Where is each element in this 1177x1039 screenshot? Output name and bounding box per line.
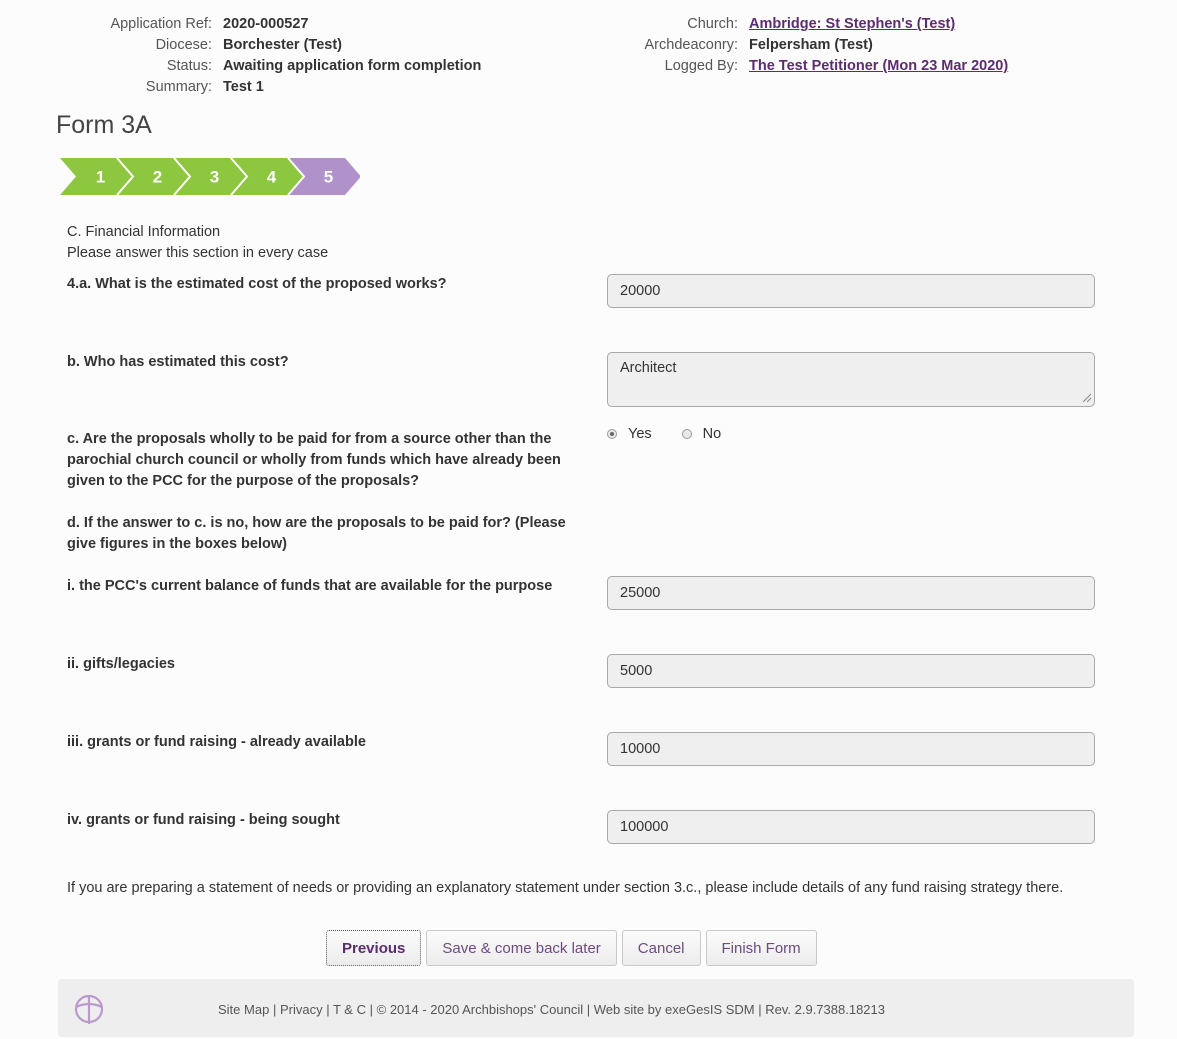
info-label: Application Ref: xyxy=(110,16,212,32)
info-row-archdeaconry: Archdeaconry: Felpersham (Test) xyxy=(580,35,1008,56)
revision-text: Rev. 2.9.7388.18213 xyxy=(765,1002,885,1017)
diocese-value: Borchester (Test) xyxy=(223,37,342,53)
info-row-logged-by: Logged By: The Test Petitioner (Mon 23 M… xyxy=(580,56,1009,77)
church-of-england-logo-icon xyxy=(74,994,104,1024)
footer-separator: | xyxy=(272,1002,277,1017)
info-label: Church: xyxy=(687,16,738,32)
copyright-text: © 2014 - 2020 Archbishops' Council xyxy=(376,1002,584,1017)
step-5-label: 5 xyxy=(324,168,333,187)
application-summary: Application Ref: 2020-000527 Diocese: Bo… xyxy=(40,14,481,98)
question-4d-label: d. If the answer to c. is no, how are th… xyxy=(67,515,566,552)
step-3-label: 3 xyxy=(210,168,219,187)
estimated-cost-input[interactable] xyxy=(607,274,1095,308)
footer-separator: | xyxy=(586,1002,591,1017)
step-4-label: 4 xyxy=(267,168,277,187)
application-details: Church: Ambridge: St Stephen's (Test) Ar… xyxy=(580,14,1009,77)
fund-raising-note: If you are preparing a statement of need… xyxy=(67,880,1064,896)
radio-yes-indicator[interactable] xyxy=(607,429,617,439)
radio-no-label: No xyxy=(702,426,722,442)
footer-separator: | xyxy=(326,1002,330,1017)
section-subtitle: Please answer this section in every case xyxy=(67,245,329,261)
info-row-ref: Application Ref: 2020-000527 xyxy=(40,14,481,35)
resize-grip-icon[interactable] xyxy=(1080,391,1092,403)
form-actions: Previous Save & come back later Cancel F… xyxy=(326,930,822,966)
privacy-link[interactable]: Privacy xyxy=(280,1002,323,1017)
page-title: Form 3A xyxy=(56,111,152,139)
step-1-label: 1 xyxy=(96,168,105,187)
cost-estimator-textarea[interactable]: Architect xyxy=(607,352,1095,407)
info-label: Status: xyxy=(166,58,212,74)
finish-form-button[interactable]: Finish Form xyxy=(705,930,817,966)
site-map-link[interactable]: Site Map xyxy=(218,1002,269,1017)
application-ref-value: 2020-000527 xyxy=(223,16,309,32)
terms-link[interactable]: T & C xyxy=(333,1002,366,1017)
info-label: Logged By: xyxy=(664,58,738,74)
question-ii-label: ii. gifts/legacies xyxy=(67,656,175,672)
footer-text: Site Map | Privacy | T & C | © 2014 - 20… xyxy=(218,1002,885,1017)
question-4c-label: c. Are the proposals wholly to be paid f… xyxy=(67,431,561,489)
radio-yes[interactable]: Yes xyxy=(607,426,652,442)
archdeaconry-value: Felpersham (Test) xyxy=(749,37,873,53)
footer-separator: | xyxy=(758,1002,762,1017)
gifts-legacies-input[interactable] xyxy=(607,654,1095,688)
info-row-status: Status: Awaiting application form comple… xyxy=(40,56,481,77)
info-row-summary: Summary: Test 1 xyxy=(40,77,481,98)
info-label: Summary: xyxy=(145,79,212,95)
question-4a-label: 4.a. What is the estimated cost of the p… xyxy=(67,276,447,292)
question-iii-label: iii. grants or fund raising - already av… xyxy=(67,734,366,750)
summary-value: Test 1 xyxy=(223,79,264,95)
radio-no[interactable]: No xyxy=(681,426,722,442)
step-2-label: 2 xyxy=(153,168,162,187)
status-value: Awaiting application form completion xyxy=(223,58,482,74)
grants-sought-input[interactable] xyxy=(607,810,1095,844)
logged-by-link[interactable]: The Test Petitioner (Mon 23 Mar 2020) xyxy=(749,56,1008,77)
grants-available-input[interactable] xyxy=(607,732,1095,766)
pcc-funds-input[interactable] xyxy=(607,576,1095,610)
radio-yes-label: Yes xyxy=(628,426,652,442)
previous-button[interactable]: Previous xyxy=(326,930,422,966)
church-link[interactable]: Ambridge: St Stephen's (Test) xyxy=(749,14,955,35)
info-row-church: Church: Ambridge: St Stephen's (Test) xyxy=(580,14,1008,35)
question-i-label: i. the PCC's current balance of funds th… xyxy=(67,578,553,594)
step-progress: 1 2 3 4 5 xyxy=(60,158,360,195)
question-iv-label: iv. grants or fund raising - being sough… xyxy=(67,812,340,828)
section-header: C. Financial Information Please answer t… xyxy=(67,222,328,264)
cancel-button[interactable]: Cancel xyxy=(621,930,701,966)
funding-source-radio-group: Yes No xyxy=(607,426,751,442)
footer-separator: | xyxy=(369,1002,373,1017)
section-title: C. Financial Information xyxy=(67,224,221,240)
step-progress-graphic: 1 2 3 4 5 xyxy=(60,158,360,195)
radio-no-indicator[interactable] xyxy=(681,429,692,439)
footer: Site Map | Privacy | T & C | © 2014 - 20… xyxy=(58,979,1134,1037)
credit-link[interactable]: Web site by exeGesIS SDM xyxy=(594,1002,755,1017)
save-later-button[interactable]: Save & come back later xyxy=(426,930,617,966)
question-4b-label: b. Who has estimated this cost? xyxy=(67,354,289,370)
info-row-diocese: Diocese: Borchester (Test) xyxy=(40,35,481,56)
info-label: Archdeaconry: xyxy=(644,37,739,53)
info-label: Diocese: xyxy=(155,37,212,53)
